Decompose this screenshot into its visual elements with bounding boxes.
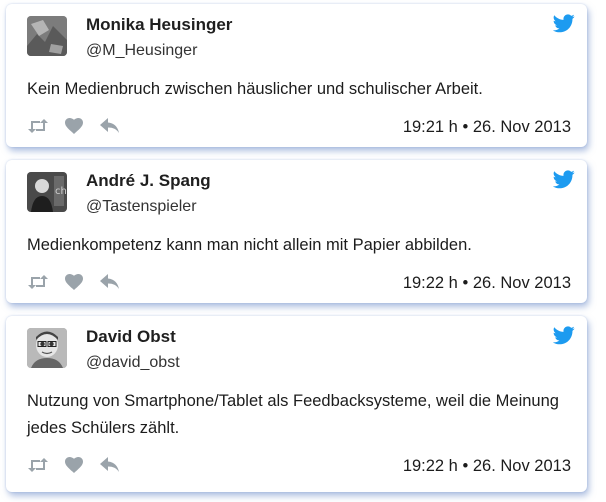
twitter-bird-icon[interactable]: [553, 326, 575, 345]
avatar[interactable]: ch: [27, 172, 67, 212]
retweet-icon[interactable]: [27, 456, 49, 474]
like-icon[interactable]: [63, 117, 85, 135]
author-name[interactable]: Monika Heusinger: [86, 15, 232, 35]
author-handle[interactable]: @M_Heusinger: [86, 42, 197, 60]
reply-icon[interactable]: [99, 273, 121, 291]
twitter-bird-icon[interactable]: [553, 14, 575, 33]
tweet-card[interactable]: Monika Heusinger @M_Heusinger Kein Medie…: [6, 4, 587, 147]
tweet-timestamp[interactable]: 19:21 h • 26. Nov 2013: [403, 118, 571, 137]
like-icon[interactable]: [63, 273, 85, 291]
retweet-icon[interactable]: [27, 117, 49, 135]
author-name[interactable]: André J. Spang: [86, 171, 211, 191]
tweet-timestamp[interactable]: 19:22 h • 26. Nov 2013: [403, 274, 571, 293]
svg-text:ch: ch: [55, 186, 67, 197]
author-name[interactable]: David Obst: [86, 327, 176, 347]
tweet-text: Kein Medienbruch zwischen häuslicher und…: [27, 80, 483, 98]
author-handle[interactable]: @Tastenspieler: [86, 198, 197, 216]
tweet-text: Medienkompetenz kann man nicht allein mi…: [27, 236, 472, 254]
tweet-text: Nutzung von Smartphone/Tablet als Feedba…: [27, 392, 559, 437]
author-handle[interactable]: @david_obst: [86, 354, 180, 372]
tweet-timestamp[interactable]: 19:22 h • 26. Nov 2013: [403, 457, 571, 476]
reply-icon[interactable]: [99, 117, 121, 135]
tweet-card[interactable]: David Obst @david_obst Nutzung von Smart…: [6, 316, 587, 492]
reply-icon[interactable]: [99, 456, 121, 474]
avatar[interactable]: [27, 16, 67, 56]
tweet-card[interactable]: ch André J. Spang @Tastenspieler Medienk…: [6, 160, 587, 303]
twitter-bird-icon[interactable]: [553, 170, 575, 189]
retweet-icon[interactable]: [27, 273, 49, 291]
avatar[interactable]: [27, 328, 67, 368]
like-icon[interactable]: [63, 456, 85, 474]
